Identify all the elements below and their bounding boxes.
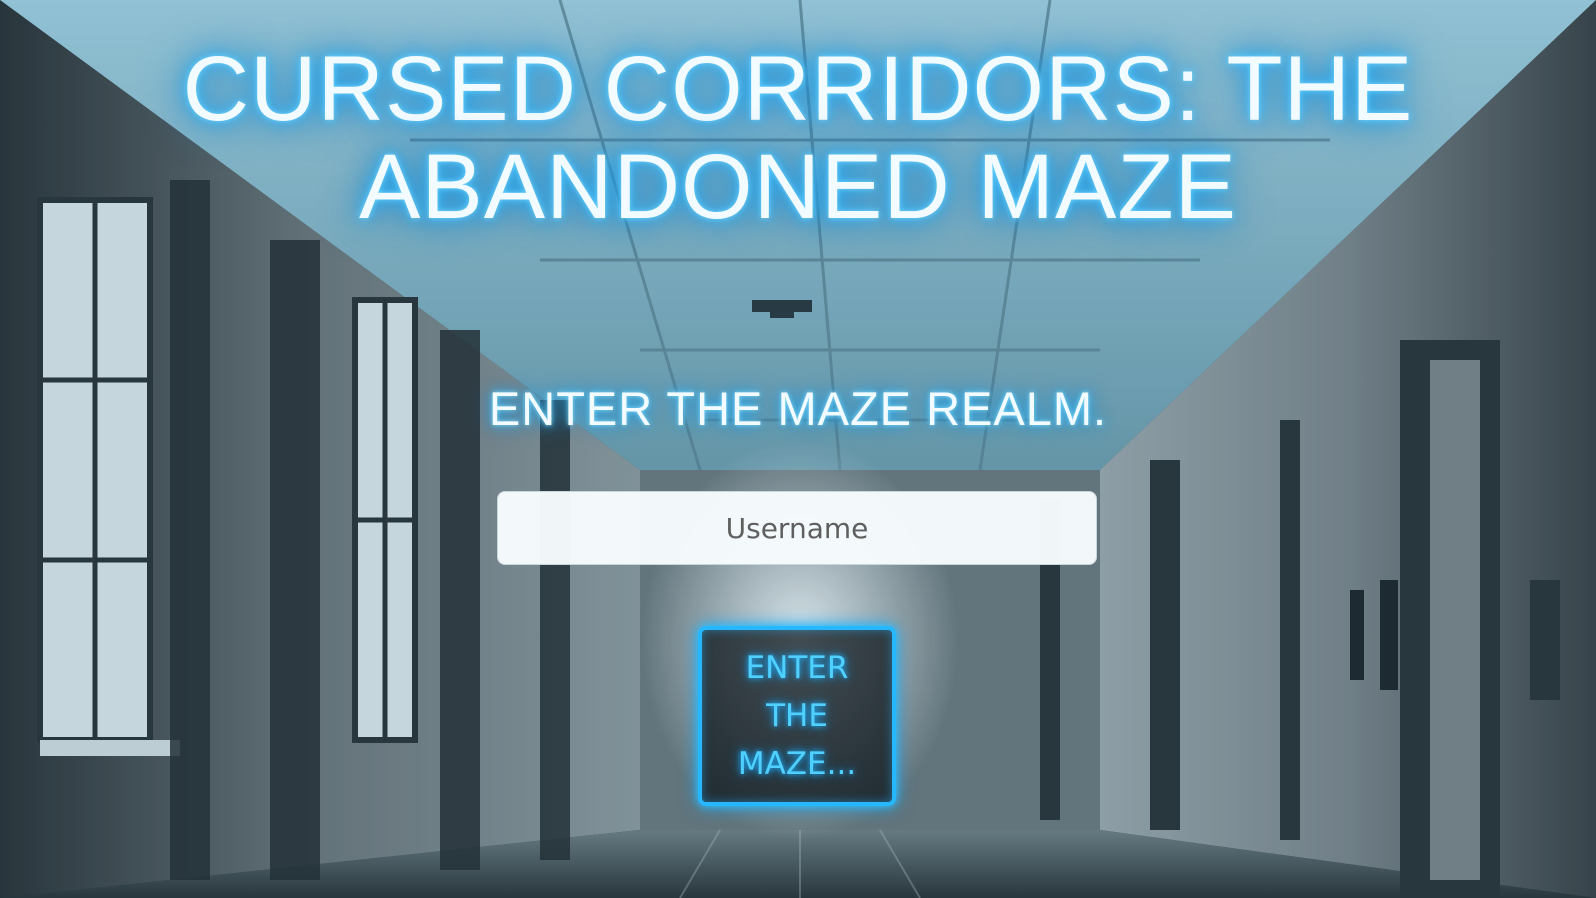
username-input[interactable]	[497, 491, 1097, 565]
enter-realm-prompt: ENTER THE MAZE REALM.	[488, 382, 1108, 435]
game-start-screen: CURSED CORRIDORS: THE ABANDONED MAZE ENT…	[0, 0, 1596, 898]
enter-maze-button[interactable]: ENTER THE MAZE...	[698, 626, 896, 806]
game-title: CURSED CORRIDORS: THE ABANDONED MAZE	[182, 38, 1414, 238]
